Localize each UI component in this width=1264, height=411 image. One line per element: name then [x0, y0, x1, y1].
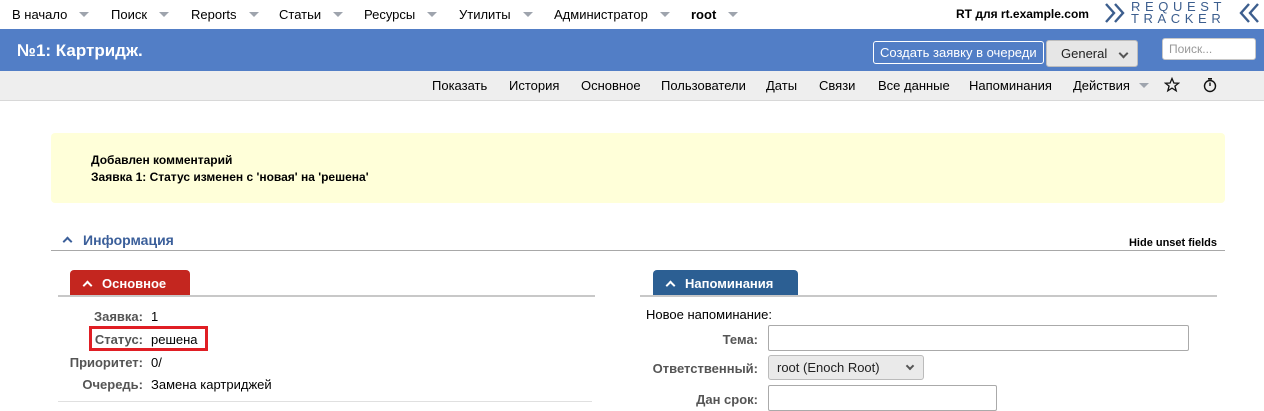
- request-tracker-logo[interactable]: REQUEST TRACKER: [1104, 0, 1262, 27]
- reminder-due-label: Дан срок:: [696, 392, 758, 407]
- reminder-owner-select[interactable]: root (Enoch Root): [768, 355, 924, 380]
- menu-assets[interactable]: Ресурсы: [364, 7, 438, 22]
- actions-menu[interactable]: Действия: [1073, 78, 1149, 93]
- menu-tools[interactable]: Утилиты: [459, 7, 533, 22]
- tab-history[interactable]: История: [509, 78, 559, 93]
- hide-unset-fields-link[interactable]: Hide unset fields: [1129, 237, 1217, 249]
- basics-panel-bottom-rule: [58, 401, 592, 402]
- star-icon[interactable]: [1164, 77, 1180, 93]
- reminder-due-input[interactable]: [768, 385, 997, 411]
- reminder-owner-value: root (Enoch Root): [777, 360, 880, 375]
- menu-admin[interactable]: Администратор: [554, 7, 670, 22]
- chevron-down-icon: [159, 12, 170, 17]
- menu-admin-label: Администратор: [554, 7, 648, 22]
- menu-user-root[interactable]: root: [691, 7, 739, 22]
- actions-menu-label: Действия: [1073, 78, 1130, 93]
- tab-jumbo[interactable]: Все данные: [878, 78, 950, 93]
- queue-select-value: General: [1061, 46, 1108, 61]
- chevron-down-icon: [1138, 83, 1149, 88]
- menu-reports-label: Reports: [191, 7, 237, 22]
- tab-reminders[interactable]: Напоминания: [969, 78, 1052, 93]
- menu-home[interactable]: В начало: [12, 7, 90, 22]
- ticket-page-menu: Показать История Основное Пользователи Д…: [0, 71, 1264, 101]
- reminder-owner-label: Ответственный:: [652, 361, 758, 376]
- priority-label: Приоритет:: [69, 355, 143, 370]
- menu-articles[interactable]: Статьи: [279, 7, 344, 22]
- page-title: №1: Картридж.: [17, 41, 143, 60]
- chevron-down-icon: [1118, 48, 1129, 59]
- status-label: Статус:: [94, 332, 143, 347]
- menu-assets-label: Ресурсы: [364, 7, 416, 22]
- title-bar: №1: Картридж. Создать заявку в очереди G…: [0, 29, 1264, 71]
- chevron-up-icon[interactable]: [665, 280, 676, 291]
- basics-panel-title: Основное: [102, 276, 167, 291]
- ticket-id-label: Заявка:: [93, 309, 143, 324]
- logo-left-chevrons-icon: [1105, 3, 1125, 23]
- status-value: решена: [151, 332, 198, 347]
- priority-value: 0/: [151, 355, 162, 370]
- queue-label: Очередь:: [82, 377, 143, 392]
- result-message: Заявка 1: Статус изменен с 'новая' на 'р…: [91, 170, 369, 184]
- search-input[interactable]: Поиск...: [1162, 38, 1256, 60]
- menu-home-label: В начало: [12, 7, 68, 22]
- basics-panel-header[interactable]: Основное: [70, 270, 190, 297]
- chevron-up-icon[interactable]: [62, 236, 73, 247]
- chevron-down-icon: [427, 12, 438, 17]
- logo-right-chevrons-icon: [1239, 3, 1259, 23]
- timer-icon[interactable]: [1202, 77, 1218, 93]
- reminders-panel-header[interactable]: Напоминания: [653, 270, 798, 297]
- top-navigation: В начало Поиск Reports Статьи Ресурсы Ут…: [0, 0, 1264, 29]
- chevron-down-icon: [522, 12, 533, 17]
- menu-articles-label: Статьи: [279, 7, 322, 22]
- ticket-id-value: 1: [151, 309, 159, 324]
- tab-basics[interactable]: Основное: [581, 78, 641, 93]
- menu-search-label: Поиск: [111, 7, 148, 22]
- tab-dates[interactable]: Даты: [766, 78, 797, 93]
- rt-instance-label: RT для rt.example.com: [956, 7, 1089, 21]
- reminder-subject-input[interactable]: [768, 325, 1189, 351]
- action-results-box: Добавлен комментарий Заявка 1: Статус из…: [51, 133, 1225, 203]
- chevron-up-icon[interactable]: [82, 280, 93, 291]
- menu-user-label: root: [691, 7, 717, 22]
- tab-links[interactable]: Связи: [819, 78, 855, 93]
- tab-display[interactable]: Показать: [432, 78, 487, 93]
- reminder-subject-label: Тема:: [722, 332, 758, 347]
- information-title[interactable]: Информация: [83, 232, 174, 248]
- logo-text-tracker: TRACKER: [1131, 11, 1226, 26]
- menu-tools-label: Утилиты: [459, 7, 511, 22]
- chevron-down-icon: [728, 12, 739, 17]
- new-reminder-label: Новое напоминание:: [646, 307, 773, 322]
- chevron-down-icon: [79, 12, 90, 17]
- menu-search[interactable]: Поиск: [111, 7, 170, 22]
- queue-select[interactable]: General: [1046, 40, 1138, 67]
- chevron-down-icon: [659, 12, 670, 17]
- information-section-header: Информация Hide unset fields: [51, 229, 1225, 251]
- reminders-panel-title: Напоминания: [685, 276, 774, 291]
- result-message: Добавлен комментарий: [91, 153, 233, 167]
- chevron-down-icon: [333, 12, 344, 17]
- create-ticket-in-queue-button[interactable]: Создать заявку в очереди: [873, 41, 1044, 64]
- basics-panel-divider: [58, 295, 595, 297]
- chevron-down-icon: [905, 361, 915, 371]
- chevron-down-icon: [248, 12, 259, 17]
- menu-reports[interactable]: Reports: [191, 7, 259, 22]
- queue-value: Замена картриджей: [151, 377, 272, 392]
- reminders-panel-divider: [640, 295, 1217, 297]
- tab-people[interactable]: Пользователи: [661, 78, 746, 93]
